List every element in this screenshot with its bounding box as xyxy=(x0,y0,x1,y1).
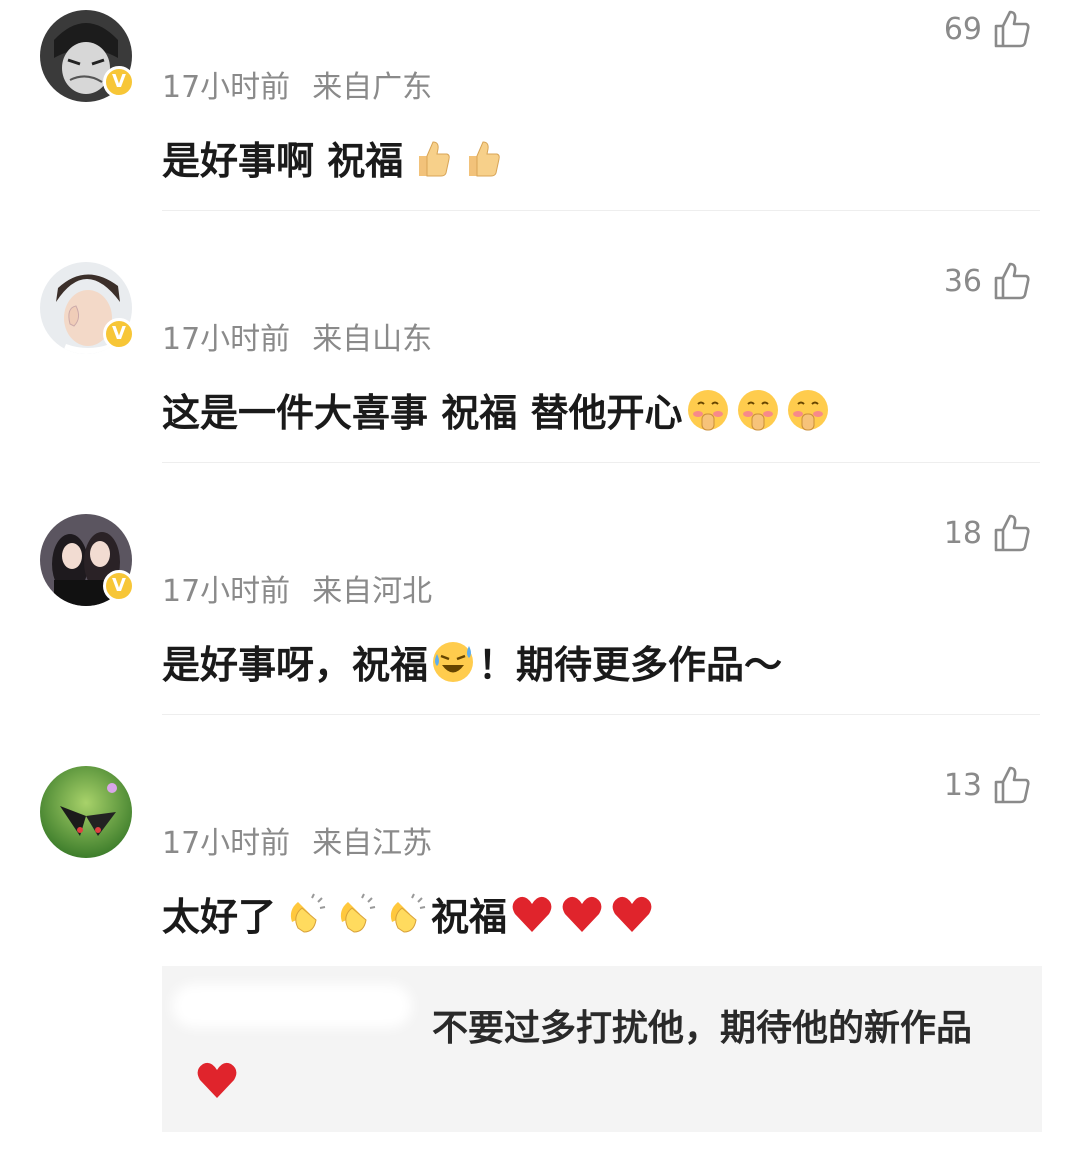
comment-location: 来自江苏 xyxy=(312,826,433,861)
like-button[interactable]: 18 xyxy=(944,514,1030,552)
comment-text: 是好事啊 祝福 xyxy=(162,130,508,185)
clapping-emoji xyxy=(290,893,326,933)
comment-text: 这是一件大喜事 祝福 替他开心 xyxy=(162,382,833,437)
thumbs-up-emoji xyxy=(419,140,450,176)
like-count: 13 xyxy=(943,767,982,803)
divider xyxy=(162,714,1040,715)
shush-face-emoji xyxy=(738,389,779,430)
avatar[interactable] xyxy=(40,766,132,858)
comment-location: 来自广东 xyxy=(312,70,433,105)
comment-text: 是好事呀，祝福 ！期待更多作品～ xyxy=(162,634,782,689)
comment-meta: 17小时前 来自江苏 xyxy=(162,818,432,862)
comment-location: 来自河北 xyxy=(312,574,433,609)
like-button[interactable]: 13 xyxy=(944,766,1030,804)
thumbs-up-outline-icon xyxy=(994,514,1030,552)
comment-time: 17小时前 xyxy=(162,70,291,105)
verified-badge-icon: V xyxy=(103,318,135,350)
comment-text: 太好了 祝福 xyxy=(162,886,657,941)
verified-badge-icon: V xyxy=(103,66,135,98)
like-count: 18 xyxy=(943,515,982,551)
comment-time: 17小时前 xyxy=(162,322,291,357)
divider xyxy=(162,210,1040,211)
shush-face-emoji xyxy=(688,389,729,430)
comment-time: 17小时前 xyxy=(162,574,291,609)
comment-meta: 17小时前 来自山东 xyxy=(162,314,432,358)
comment-meta: 17小时前 来自河北 xyxy=(162,566,432,610)
thumbs-up-outline-icon xyxy=(994,766,1030,804)
like-count: 69 xyxy=(943,11,982,47)
thumbs-up-outline-icon xyxy=(994,10,1030,48)
shush-face-emoji xyxy=(788,389,829,430)
heart-emoji xyxy=(562,896,602,932)
heart-emoji xyxy=(612,896,652,932)
thumbs-up-outline-icon xyxy=(994,262,1030,300)
heart-emoji xyxy=(197,1062,237,1098)
clapping-emoji xyxy=(390,893,426,933)
divider xyxy=(162,462,1040,463)
like-button[interactable]: 36 xyxy=(944,262,1030,300)
tears-of-joy-emoji xyxy=(433,641,474,682)
like-button[interactable]: 69 xyxy=(944,10,1030,48)
reply-preview[interactable]: 不要过多打扰他，期待他的新作品 xyxy=(162,966,1042,1132)
like-count: 36 xyxy=(943,263,982,299)
thumbs-up-emoji xyxy=(469,140,500,176)
clapping-emoji xyxy=(340,893,376,933)
comment-meta: 17小时前 来自广东 xyxy=(162,62,432,106)
heart-emoji xyxy=(512,896,552,932)
verified-badge-icon: V xyxy=(103,570,135,602)
reply-text: 不要过多打扰他，期待他的新作品 xyxy=(192,1002,1012,1110)
comment-time: 17小时前 xyxy=(162,826,291,861)
comment-location: 来自山东 xyxy=(312,322,433,357)
